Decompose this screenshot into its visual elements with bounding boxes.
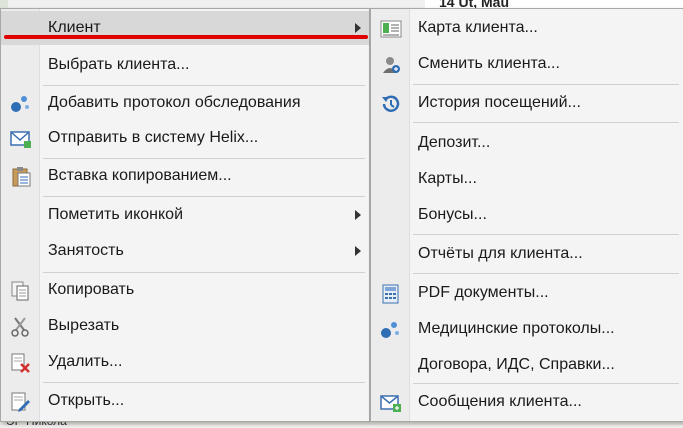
menu-item-label: PDF документы... <box>418 284 549 301</box>
envelope-icon <box>10 129 32 149</box>
menu-item-label: История посещений... <box>418 94 581 111</box>
menu-separator <box>413 234 679 235</box>
menu-item-label: Отправить в систему Helix... <box>48 129 259 146</box>
menu-item-label: Депозит... <box>418 134 491 151</box>
menu-item-label: Открыть... <box>48 392 125 409</box>
menu-item-label: Занятость <box>48 242 124 259</box>
menu-item-label: Сообщения клиента... <box>418 393 582 410</box>
annotation-underline <box>4 35 368 39</box>
submenu-item-client-messages[interactable]: Сообщения клиента... <box>371 385 683 419</box>
menu-item-client[interactable]: Клиент <box>1 11 369 45</box>
message-icon <box>380 393 402 413</box>
submenu-item-deposit[interactable]: Депозит... <box>371 126 683 160</box>
submenu-item-client-reports[interactable]: Отчёты для клиента... <box>371 237 683 271</box>
menu-separator <box>43 382 365 383</box>
menu-item-label: Карта клиента... <box>418 19 538 36</box>
clipboard-icon <box>10 167 32 187</box>
delete-icon <box>10 353 32 373</box>
menu-item-label: Медицинские протоколы... <box>418 320 615 337</box>
menu-item-add-protocol[interactable]: Добавить протокол обследования <box>1 86 369 120</box>
protocol-dots-icon <box>10 94 32 114</box>
menu-item-label: Бонусы... <box>418 206 487 223</box>
menu-item-label: Сменить клиента... <box>418 55 560 72</box>
menu-item-cut[interactable]: Вырезать <box>1 309 369 343</box>
submenu-item-contracts[interactable]: Договора, ИДС, Справки... <box>371 348 683 382</box>
menu-item-busy[interactable]: Занятость <box>1 234 369 268</box>
submenu-item-bonuses[interactable]: Бонусы... <box>371 198 683 232</box>
menu-item-paste-copy[interactable]: Вставка копированием... <box>1 159 369 193</box>
menu-item-label: Отчёты для клиента... <box>418 245 583 262</box>
submenu-item-pdf-documents[interactable]: PDF документы... <box>371 276 683 310</box>
submenu-item-cards[interactable]: Карты... <box>371 162 683 196</box>
menu-item-select-client[interactable]: Выбрать клиента... <box>1 48 369 82</box>
open-icon <box>10 392 32 412</box>
menu-item-label: Вырезать <box>48 317 120 334</box>
menu-item-label: Копировать <box>48 281 135 298</box>
menu-separator <box>413 383 679 384</box>
submenu-item-medical-protocols[interactable]: Медицинские протоколы... <box>371 312 683 346</box>
menu-item-label: Добавить протокол обследования <box>48 94 301 111</box>
menu-item-label: Вставка копированием... <box>48 167 232 184</box>
history-icon <box>380 94 402 114</box>
copy-icon <box>10 281 32 301</box>
menu-separator <box>413 122 679 123</box>
submenu-item-change-client[interactable]: Сменить клиента... <box>371 47 683 81</box>
menu-item-label: Выбрать клиента... <box>48 56 190 73</box>
submenu-arrow-icon <box>355 246 361 256</box>
menu-item-open[interactable]: Открыть... <box>1 384 369 418</box>
submenu-item-client-card[interactable]: Карта клиента... <box>371 11 683 45</box>
submenu-item-visit-history[interactable]: История посещений... <box>371 86 683 120</box>
menu-item-label: Пометить иконкой <box>48 206 184 223</box>
protocol-dots-icon <box>380 320 402 340</box>
submenu-arrow-icon <box>355 23 361 33</box>
menu-item-label: Карты... <box>418 170 477 187</box>
menu-separator <box>413 84 679 85</box>
menu-item-copy[interactable]: Копировать <box>1 273 369 307</box>
menu-item-send-helix[interactable]: Отправить в систему Helix... <box>1 121 369 155</box>
calculator-icon <box>380 284 402 304</box>
menu-separator <box>413 273 679 274</box>
scissors-icon <box>10 317 32 337</box>
menu-item-label: Договора, ИДС, Справки... <box>418 356 615 373</box>
client-submenu: Карта клиента... Сменить клиента... Исто… <box>370 8 683 422</box>
change-client-icon <box>380 55 402 75</box>
submenu-arrow-icon <box>355 210 361 220</box>
client-card-icon <box>380 19 402 39</box>
menu-item-mark-icon[interactable]: Пометить иконкой <box>1 198 369 232</box>
menu-item-label: Удалить... <box>48 353 123 370</box>
context-menu: Клиент Выбрать клиента... Добавить прото… <box>0 8 370 422</box>
menu-item-delete[interactable]: Удалить... <box>1 345 369 379</box>
menu-separator <box>43 196 365 197</box>
